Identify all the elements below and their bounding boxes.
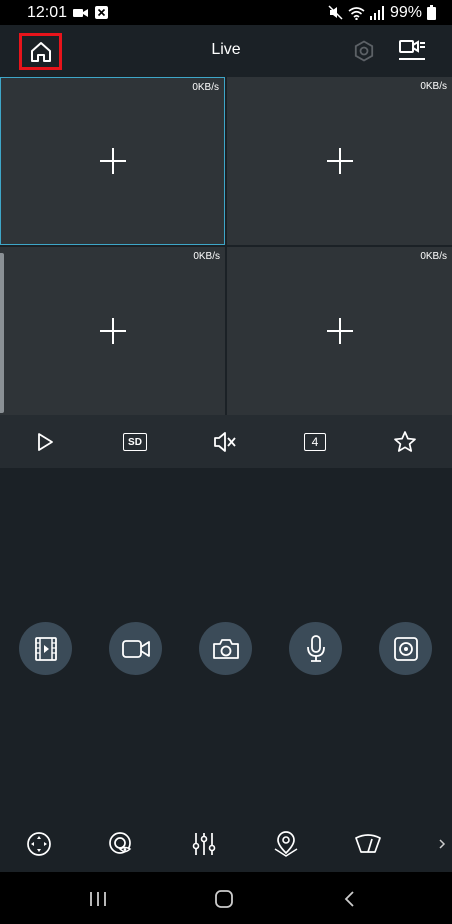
add-camera-icon[interactable]	[326, 147, 354, 175]
preset-button[interactable]	[272, 830, 300, 858]
ptz-icon	[26, 831, 52, 857]
playback-film-icon	[34, 636, 58, 662]
fisheye-icon	[393, 636, 419, 662]
video-grid: 0KB/s 0KB/s 0KB/s 0KB/s	[0, 77, 452, 415]
record-button[interactable]	[109, 622, 162, 675]
playback-toolbar: SD 4	[0, 415, 452, 468]
playback-button[interactable]	[19, 622, 72, 675]
mute-status-icon	[328, 5, 343, 20]
add-camera-icon[interactable]	[99, 317, 127, 345]
preset-location-icon	[273, 831, 299, 857]
video-call-icon	[73, 7, 89, 19]
page-title: Live	[211, 41, 241, 58]
ptz-button[interactable]	[25, 830, 53, 858]
microphone-icon	[306, 634, 326, 663]
add-camera-icon[interactable]	[326, 317, 354, 345]
split-screen-icon: 4	[304, 433, 326, 451]
video-cell-1[interactable]: 0KB/s	[0, 77, 225, 245]
data-rate: 0KB/s	[420, 251, 447, 262]
side-drawer-handle[interactable]	[0, 253, 4, 413]
split-screen-button[interactable]: 4	[302, 429, 328, 455]
system-home-button[interactable]	[210, 886, 238, 912]
mute-button[interactable]	[212, 429, 238, 455]
function-bar	[0, 824, 452, 868]
status-right: 99%	[328, 4, 436, 22]
data-rate: 0KB/s	[193, 251, 220, 262]
status-time: 12:01	[27, 3, 68, 21]
focus-eye-icon	[108, 831, 134, 857]
notification-app-icon	[95, 6, 109, 19]
recent-apps-button[interactable]	[84, 886, 112, 912]
status-bar: 12:01 99%	[0, 0, 452, 25]
action-buttons	[0, 622, 452, 676]
sd-quality-button[interactable]: SD	[122, 429, 148, 455]
sd-quality-icon: SD	[123, 433, 147, 451]
mute-icon	[213, 431, 237, 453]
play-button[interactable]	[32, 429, 58, 455]
video-cell-2[interactable]: 0KB/s	[227, 77, 452, 245]
system-nav-bar	[0, 872, 452, 924]
battery-percent: 99%	[389, 3, 422, 21]
fisheye-button[interactable]	[379, 622, 432, 675]
chevron-right-icon	[438, 838, 446, 850]
focus-button[interactable]	[107, 830, 135, 858]
play-icon	[35, 432, 55, 452]
data-rate: 0KB/s	[192, 82, 219, 93]
snapshot-button[interactable]	[199, 622, 252, 675]
favorite-star-icon	[393, 430, 417, 454]
video-cell-3[interactable]: 0KB/s	[0, 247, 225, 415]
back-icon	[343, 890, 357, 908]
status-left: 12:01	[27, 3, 109, 22]
image-adjust-sliders-icon	[192, 831, 216, 857]
record-video-icon	[121, 639, 150, 659]
data-rate: 0KB/s	[420, 81, 447, 92]
signal-icon	[369, 5, 385, 20]
snapshot-camera-icon	[212, 638, 240, 660]
wifi-icon	[348, 6, 365, 20]
battery-icon	[427, 5, 436, 20]
camera-list-icon	[398, 37, 426, 63]
settings-button[interactable]	[353, 40, 375, 62]
camera-list-button[interactable]	[398, 37, 426, 63]
back-button[interactable]	[336, 886, 364, 912]
image-adjust-button[interactable]	[190, 830, 218, 858]
gear-icon	[353, 40, 375, 62]
header: Live	[0, 25, 452, 77]
wiper-icon	[354, 832, 382, 856]
talk-button[interactable]	[289, 622, 342, 675]
wiper-button[interactable]	[354, 830, 382, 858]
add-camera-icon[interactable]	[99, 147, 127, 175]
recent-apps-icon	[88, 890, 108, 908]
video-cell-4[interactable]: 0KB/s	[227, 247, 452, 415]
system-home-icon	[214, 889, 234, 909]
more-functions-button[interactable]	[434, 830, 450, 858]
favorite-button[interactable]	[392, 429, 418, 455]
